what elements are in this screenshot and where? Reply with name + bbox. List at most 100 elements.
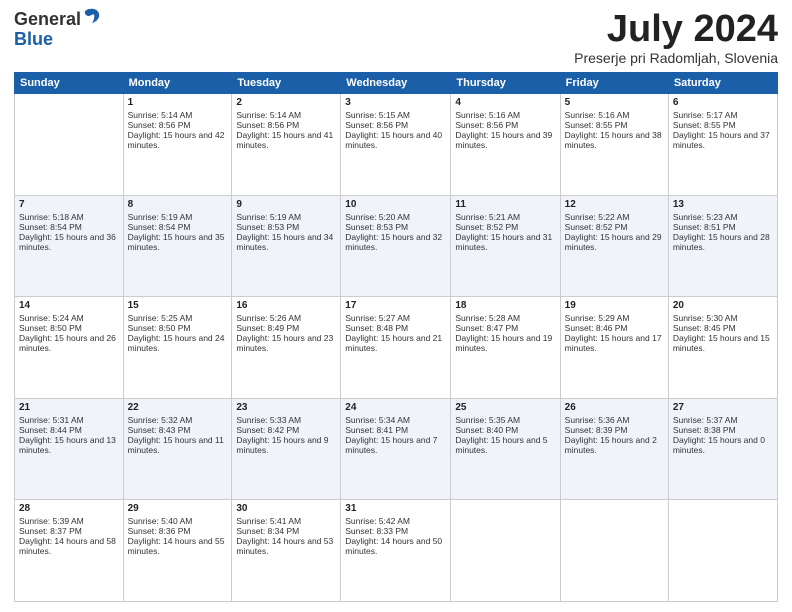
daylight-text: Daylight: 15 hours and 13 minutes. [19,435,116,455]
daylight-text: Daylight: 15 hours and 29 minutes. [565,232,662,252]
day-number: 19 [565,300,664,311]
sunset-text: Sunset: 8:49 PM [236,323,299,333]
th-friday: Friday [560,73,668,94]
sunset-text: Sunset: 8:56 PM [236,120,299,130]
day-number: 13 [673,199,773,210]
calendar-cell: 1Sunrise: 5:14 AMSunset: 8:56 PMDaylight… [123,94,232,196]
sunset-text: Sunset: 8:47 PM [455,323,518,333]
calendar-cell: 13Sunrise: 5:23 AMSunset: 8:51 PMDayligh… [668,195,777,297]
sunrise-text: Sunrise: 5:16 AM [565,110,630,120]
sunrise-text: Sunrise: 5:36 AM [565,415,630,425]
daylight-text: Daylight: 15 hours and 21 minutes. [345,333,442,353]
calendar-cell: 28Sunrise: 5:39 AMSunset: 8:37 PMDayligh… [15,500,124,602]
daylight-text: Daylight: 15 hours and 11 minutes. [128,435,224,455]
sunset-text: Sunset: 8:48 PM [345,323,408,333]
calendar-page: General Blue July 2024 Preserje pri Rado… [0,0,792,612]
sunrise-text: Sunrise: 5:37 AM [673,415,738,425]
day-number: 6 [673,97,773,108]
logo-general-text: General [14,10,81,30]
daylight-text: Daylight: 15 hours and 28 minutes. [673,232,770,252]
daylight-text: Daylight: 15 hours and 2 minutes. [565,435,657,455]
daylight-text: Daylight: 15 hours and 31 minutes. [455,232,552,252]
calendar-cell: 20Sunrise: 5:30 AMSunset: 8:45 PMDayligh… [668,297,777,399]
calendar-cell: 7Sunrise: 5:18 AMSunset: 8:54 PMDaylight… [15,195,124,297]
day-number: 26 [565,402,664,413]
calendar-cell [451,500,560,602]
calendar-cell: 9Sunrise: 5:19 AMSunset: 8:53 PMDaylight… [232,195,341,297]
calendar-cell: 6Sunrise: 5:17 AMSunset: 8:55 PMDaylight… [668,94,777,196]
daylight-text: Daylight: 15 hours and 23 minutes. [236,333,333,353]
day-number: 30 [236,503,336,514]
day-number: 10 [345,199,446,210]
sunrise-text: Sunrise: 5:34 AM [345,415,410,425]
sunset-text: Sunset: 8:41 PM [345,425,408,435]
sunrise-text: Sunrise: 5:35 AM [455,415,520,425]
header-row: Sunday Monday Tuesday Wednesday Thursday… [15,73,778,94]
sunrise-text: Sunrise: 5:25 AM [128,313,193,323]
sunrise-text: Sunrise: 5:19 AM [236,212,301,222]
sunset-text: Sunset: 8:44 PM [19,425,82,435]
daylight-text: Daylight: 15 hours and 34 minutes. [236,232,333,252]
th-thursday: Thursday [451,73,560,94]
sunrise-text: Sunrise: 5:42 AM [345,516,410,526]
sunset-text: Sunset: 8:39 PM [565,425,628,435]
daylight-text: Daylight: 15 hours and 0 minutes. [673,435,765,455]
calendar-week-1: 1Sunrise: 5:14 AMSunset: 8:56 PMDaylight… [15,94,778,196]
title-area: July 2024 Preserje pri Radomljah, Sloven… [574,10,778,66]
day-number: 9 [236,199,336,210]
day-number: 8 [128,199,228,210]
day-number: 14 [19,300,119,311]
sunrise-text: Sunrise: 5:31 AM [19,415,84,425]
sunset-text: Sunset: 8:52 PM [455,222,518,232]
daylight-text: Daylight: 15 hours and 5 minutes. [455,435,547,455]
calendar-cell: 8Sunrise: 5:19 AMSunset: 8:54 PMDaylight… [123,195,232,297]
daylight-text: Daylight: 15 hours and 38 minutes. [565,130,662,150]
daylight-text: Daylight: 14 hours and 55 minutes. [128,536,225,556]
daylight-text: Daylight: 14 hours and 53 minutes. [236,536,333,556]
sunset-text: Sunset: 8:54 PM [19,222,82,232]
daylight-text: Daylight: 14 hours and 50 minutes. [345,536,442,556]
day-number: 12 [565,199,664,210]
th-tuesday: Tuesday [232,73,341,94]
calendar-cell: 18Sunrise: 5:28 AMSunset: 8:47 PMDayligh… [451,297,560,399]
sunrise-text: Sunrise: 5:16 AM [455,110,520,120]
day-number: 21 [19,402,119,413]
sunrise-text: Sunrise: 5:27 AM [345,313,410,323]
calendar-cell: 3Sunrise: 5:15 AMSunset: 8:56 PMDaylight… [341,94,451,196]
calendar-cell: 15Sunrise: 5:25 AMSunset: 8:50 PMDayligh… [123,297,232,399]
calendar-cell: 21 Sunrise: 5:31 AMSunset: 8:44 PMDayligh… [15,398,124,500]
calendar-cell: 2Sunrise: 5:14 AMSunset: 8:56 PMDaylight… [232,94,341,196]
sunset-text: Sunset: 8:50 PM [128,323,191,333]
daylight-text: Daylight: 15 hours and 41 minutes. [236,130,333,150]
sunrise-text: Sunrise: 5:15 AM [345,110,410,120]
day-number: 1 [128,97,228,108]
calendar-week-3: 14Sunrise: 5:24 AMSunset: 8:50 PMDayligh… [15,297,778,399]
daylight-text: Daylight: 15 hours and 7 minutes. [345,435,437,455]
daylight-text: Daylight: 15 hours and 24 minutes. [128,333,225,353]
sunset-text: Sunset: 8:42 PM [236,425,299,435]
daylight-text: Daylight: 15 hours and 32 minutes. [345,232,442,252]
calendar-week-4: 21Sunrise: 5:31 AMSunset: 8:44 PMDayligh… [15,398,778,500]
day-number: 27 [673,402,773,413]
daylight-text: Daylight: 15 hours and 17 minutes. [565,333,662,353]
calendar-cell: 25Sunrise: 5:35 AMSunset: 8:40 PMDayligh… [451,398,560,500]
daylight-text: Daylight: 15 hours and 9 minutes. [236,435,328,455]
day-number: 7 [19,199,119,210]
sunset-text: Sunset: 8:36 PM [128,526,191,536]
calendar-cell: 26 Sunrise: 5:36 AMSunset: 8:39 PMDayligh… [560,398,668,500]
day-number: 3 [345,97,446,108]
day-number: 20 [673,300,773,311]
sunset-text: Sunset: 8:37 PM [19,526,82,536]
daylight-text: Daylight: 15 hours and 40 minutes. [345,130,442,150]
sunrise-text: Sunrise: 5:32 AM [128,415,193,425]
th-wednesday: Wednesday [341,73,451,94]
th-saturday: Saturday [668,73,777,94]
calendar-cell: 10Sunrise: 5:20 AMSunset: 8:53 PMDayligh… [341,195,451,297]
calendar-cell: 31Sunrise: 5:42 AMSunset: 8:33 PMDayligh… [341,500,451,602]
day-number: 23 [236,402,336,413]
calendar-week-5: 28Sunrise: 5:39 AMSunset: 8:37 PMDayligh… [15,500,778,602]
sunset-text: Sunset: 8:52 PM [565,222,628,232]
sunset-text: Sunset: 8:34 PM [236,526,299,536]
header: General Blue July 2024 Preserje pri Rado… [14,10,778,66]
sunset-text: Sunset: 8:51 PM [673,222,736,232]
